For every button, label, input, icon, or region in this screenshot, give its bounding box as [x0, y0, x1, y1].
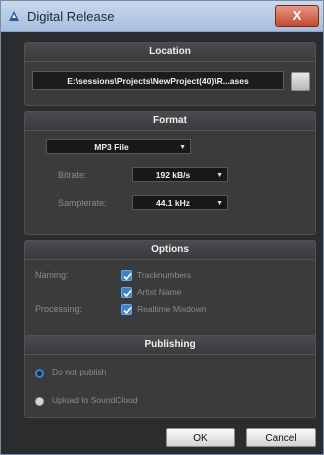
ok-button[interactable]: OK — [166, 428, 235, 447]
upload-soundcloud-label: Upload to SoundCloud — [52, 395, 138, 405]
options-section: Options Naming: Tracknumbers Artist Name… — [24, 240, 316, 340]
samplerate-value: 44.1 kHz — [155, 198, 191, 208]
browse-button[interactable] — [291, 72, 310, 91]
location-section: Location E:\sessions\Projects\NewProject… — [24, 42, 316, 106]
format-section: Format MP3 File ▼ Bitrate: 192 kB/s ▼ Sa… — [24, 111, 316, 235]
realtime-mixdown-checkbox[interactable] — [121, 304, 132, 315]
file-type-select[interactable]: MP3 File ▼ — [46, 139, 191, 154]
options-heading: Options — [25, 241, 315, 260]
realtime-mixdown-label: Realtime Mixdown — [137, 304, 207, 314]
window-title: Digital Release — [27, 9, 115, 24]
close-button[interactable]: X — [275, 5, 319, 27]
tracknumbers-label: Tracknumbers — [137, 270, 192, 280]
format-heading: Format — [25, 112, 315, 131]
bitrate-value: 192 kB/s — [155, 170, 191, 180]
file-type-value: MP3 File — [94, 142, 129, 152]
location-path-field[interactable]: E:\sessions\Projects\NewProject(40)\R...… — [32, 71, 284, 90]
cancel-button[interactable]: Cancel — [246, 428, 316, 447]
check-icon — [123, 289, 132, 298]
bitrate-label: Bitrate: — [58, 170, 87, 180]
tracknumbers-checkbox[interactable] — [121, 270, 132, 281]
publishing-section: Publishing Do not publish Upload to Soun… — [24, 335, 316, 418]
publishing-heading: Publishing — [25, 336, 315, 355]
digital-release-dialog: Digital Release X Location E:\sessions\P… — [0, 0, 324, 455]
naming-label: Naming: — [35, 270, 69, 280]
chevron-down-icon: ▼ — [216, 172, 223, 179]
upload-soundcloud-radio[interactable] — [35, 397, 44, 406]
bitrate-select[interactable]: 192 kB/s ▼ — [132, 167, 228, 182]
do-not-publish-label: Do not publish — [52, 367, 107, 377]
dialog-content: Location E:\sessions\Projects\NewProject… — [1, 32, 323, 454]
processing-label: Processing: — [35, 304, 83, 314]
artist-name-label: Artist Name — [137, 287, 182, 297]
app-icon — [7, 9, 21, 23]
chevron-down-icon: ▼ — [179, 144, 186, 151]
check-icon — [123, 272, 132, 281]
title-bar[interactable]: Digital Release X — [1, 1, 323, 32]
do-not-publish-radio[interactable] — [35, 369, 44, 378]
location-heading: Location — [25, 43, 315, 62]
artist-name-checkbox[interactable] — [121, 287, 132, 298]
check-icon — [123, 306, 132, 315]
chevron-down-icon: ▼ — [216, 200, 223, 207]
samplerate-label: Samplerate: — [58, 198, 107, 208]
samplerate-select[interactable]: 44.1 kHz ▼ — [132, 195, 228, 210]
